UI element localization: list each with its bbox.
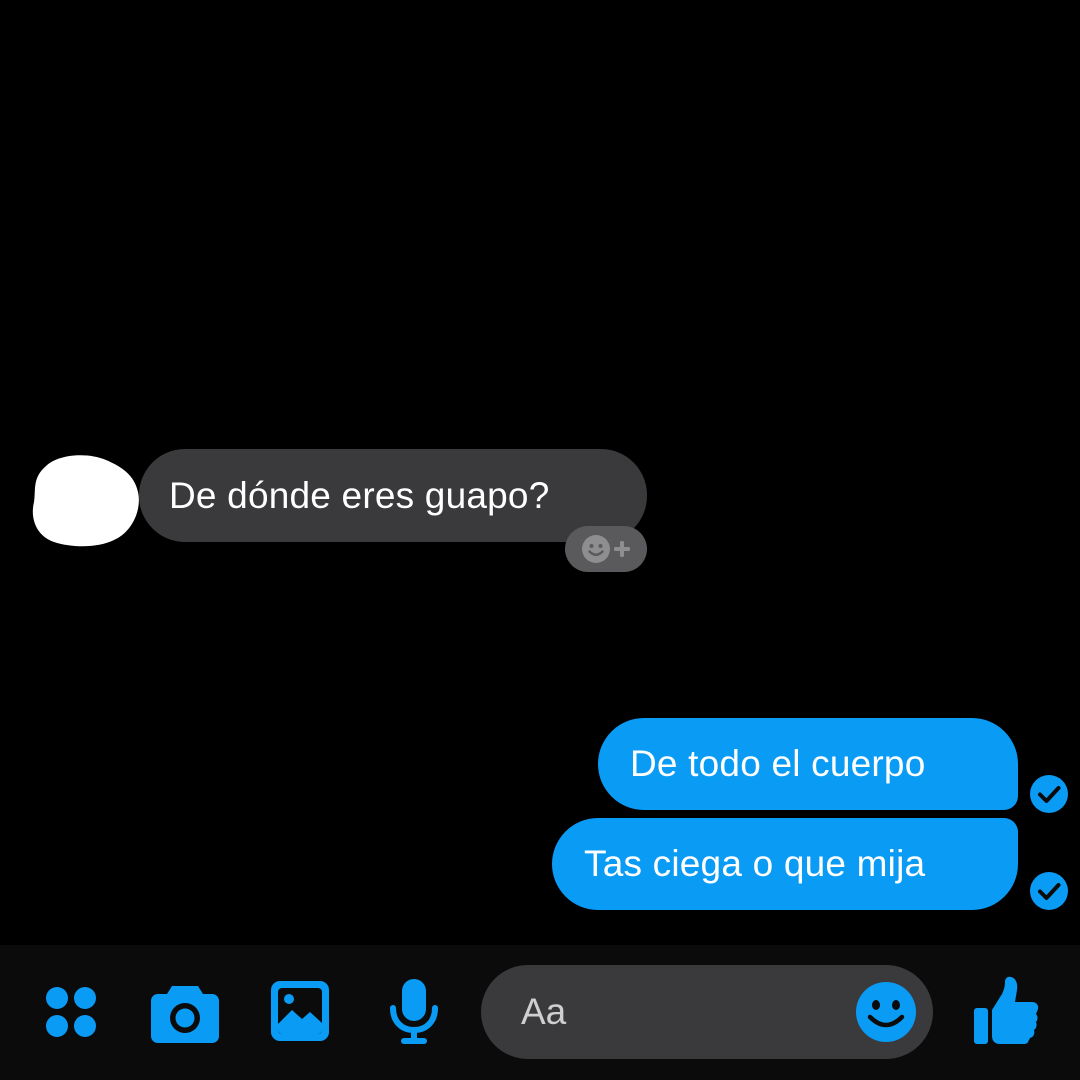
incoming-message-bubble[interactable]: De dónde eres guapo? [139,449,647,542]
smiley-icon [582,535,610,563]
conversation-view: De dónde eres guapo? De todo el cuerpo T… [0,0,1080,945]
apps-icon[interactable] [44,984,98,1040]
read-receipt-icon [1030,775,1068,813]
avatar[interactable] [28,452,140,548]
outgoing-message-text: De todo el cuerpo [630,743,926,784]
gallery-icon[interactable] [270,980,330,1042]
message-composer[interactable] [481,965,933,1059]
read-receipt-icon [1030,872,1068,910]
outgoing-message-bubble[interactable]: Tas ciega o que mija [552,818,1018,910]
plus-icon [614,541,630,557]
message-input[interactable] [521,965,841,1059]
thumbs-up-icon[interactable] [972,976,1040,1046]
add-reaction-button[interactable] [565,526,647,572]
emoji-icon[interactable] [855,981,917,1043]
outgoing-message-bubble[interactable]: De todo el cuerpo [598,718,1018,810]
incoming-message-text: De dónde eres guapo? [169,474,550,516]
outgoing-message-text: Tas ciega o que mija [584,843,926,884]
camera-icon[interactable] [150,982,220,1044]
microphone-icon[interactable] [388,978,440,1046]
